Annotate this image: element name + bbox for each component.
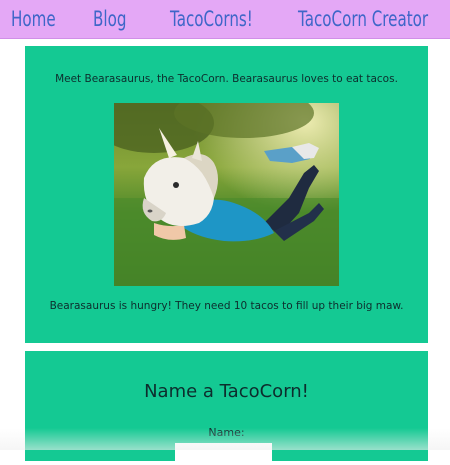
nav-link-tacocorns[interactable]: TacoCorns! xyxy=(170,4,253,34)
nav-link-home[interactable]: Home xyxy=(11,4,56,34)
tacocorn-photo xyxy=(114,103,339,286)
nav-link-tacocorn-creator[interactable]: TacoCorn Creator xyxy=(298,4,428,34)
intro-text: Meet Bearasaurus, the TacoCorn. Bearasau… xyxy=(55,73,398,85)
form-title: Name a TacoCorn! xyxy=(144,381,309,402)
name-input[interactable] xyxy=(175,443,272,465)
top-navbar: Home Blog TacoCorns! TacoCorn Creator xyxy=(0,0,450,39)
hungry-status-text: Bearasaurus is hungry! They need 10 taco… xyxy=(49,300,404,312)
tacocorn-profile-panel: Meet Bearasaurus, the TacoCorn. Bearasau… xyxy=(25,46,428,343)
nav-link-blog[interactable]: Blog xyxy=(93,4,126,34)
name-label: Name: xyxy=(208,426,245,439)
name-tacocorn-panel: Name a TacoCorn! Name: xyxy=(25,351,428,465)
